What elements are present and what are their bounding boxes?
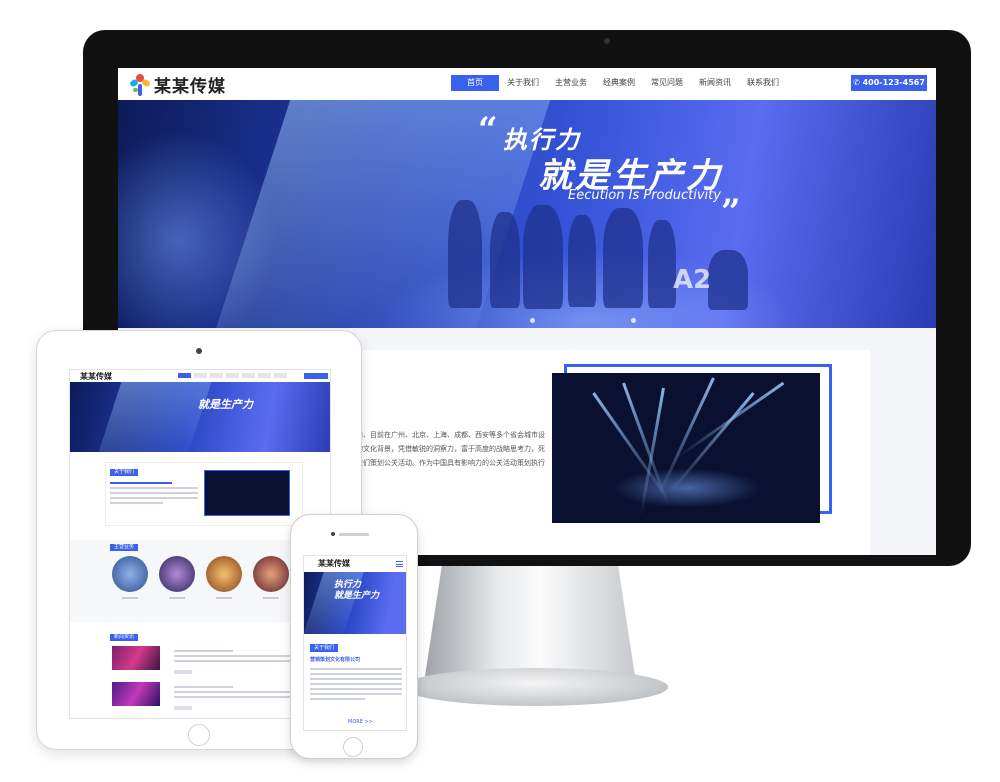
phone-slogan-line2: 就是生产力 (334, 591, 380, 601)
carousel-dot[interactable] (530, 318, 535, 323)
nav-item-faq[interactable]: 常见问题 (643, 75, 691, 91)
site-header: 某某传媒 首页 关于我们 主营业务 经典案例 常见问题 新闻资讯 联系我们 ✆ … (118, 68, 936, 100)
nav-item-news[interactable]: 新闻资讯 (691, 75, 739, 91)
phone-screen: 某某传媒 执行力 就是生产力 关于我们 营销策划文化有限公司 MORE >> (303, 555, 407, 731)
open-quote: “ (478, 110, 498, 150)
phone-header: 某某传媒 (304, 556, 406, 572)
phone-number: 400-123-4567 (862, 78, 925, 87)
tablet-camera-icon (196, 348, 202, 354)
tablet-nav-item[interactable] (226, 373, 239, 378)
monitor-stand-base (402, 668, 668, 706)
nav-item-home[interactable]: 首页 (451, 75, 499, 91)
tablet-hero-banner: 就是生产力 (70, 382, 330, 452)
tablet-news-image[interactable] (112, 682, 160, 706)
hamburger-menu-icon[interactable] (396, 561, 403, 567)
phone-hero-banner: 执行力 就是生产力 (304, 572, 406, 634)
phone-home-button[interactable] (343, 737, 363, 757)
stage-signage: A2 (673, 265, 712, 295)
device-mockup-stage: 某某传媒 首页 关于我们 主营业务 经典案例 常见问题 新闻资讯 联系我们 ✆ … (0, 0, 1000, 782)
tablet-nav-item[interactable] (274, 373, 287, 378)
service-circle-image[interactable] (253, 556, 289, 592)
tablet-logo-text: 某某传媒 (80, 371, 112, 381)
tablet-about-title: 关于我们 (110, 469, 139, 476)
tablet-header: 某某传媒 (70, 370, 330, 382)
tablet-nav-item[interactable] (242, 373, 255, 378)
phone-company-name: 营销策划文化有限公司 (310, 657, 361, 663)
about-body-text: 州、目前在广州、北京、上海、成都、西安等多个省会城市设 的文化背景，凭借敏锐的洞… (356, 428, 576, 470)
hero-banner: “ 执行力 就是生产力 Eecution Is Productivity ” A… (118, 100, 936, 328)
monitor-stand-neck (425, 566, 635, 676)
phone-about-text (310, 668, 402, 700)
tablet-news-button[interactable] (174, 670, 192, 674)
webcam-icon (604, 38, 610, 44)
nav-item-services[interactable]: 主营业务 (547, 75, 595, 91)
main-nav: 首页 关于我们 主营业务 经典案例 常见问题 新闻资讯 联系我们 (451, 75, 787, 91)
tablet-news-button[interactable] (174, 706, 192, 710)
tablet-nav-item[interactable] (258, 373, 271, 378)
about-stage-image (552, 373, 820, 523)
service-circle-image[interactable] (206, 556, 242, 592)
tablet-nav (178, 373, 287, 378)
phone-about-title: 关于我们 (310, 644, 339, 652)
about-line: 旅们策划公关活动。作为中国具有影响力的公关活动策划执行 (356, 459, 545, 467)
tablet-services-title: 主营业务 (110, 544, 139, 551)
nav-item-about[interactable]: 关于我们 (499, 75, 547, 91)
phone-slogan-line1: 执行力 (334, 580, 362, 590)
phone-camera-icon (331, 532, 335, 536)
tablet-home-button[interactable] (188, 724, 210, 746)
carousel-dot[interactable] (631, 318, 636, 323)
logo-mark-icon (129, 73, 151, 96)
phone-logo-text: 某某传媒 (318, 558, 350, 568)
phone-more-link[interactable]: MORE >> (348, 719, 373, 725)
tablet-nav-item[interactable] (178, 373, 191, 378)
nav-item-contact[interactable]: 联系我们 (739, 75, 787, 91)
tablet-about-image (204, 470, 290, 516)
close-quote: ” (721, 192, 741, 232)
carousel-dots (530, 318, 636, 323)
tablet-news-title: 新闻资讯 (110, 634, 139, 641)
tablet-nav-item[interactable] (210, 373, 223, 378)
logo-text: 某某传媒 (154, 77, 226, 97)
tablet-news-text (174, 686, 292, 698)
site-logo[interactable]: 某某传媒 (129, 72, 226, 97)
phone-icon: ✆ (853, 78, 863, 87)
tablet-about-text (110, 482, 198, 504)
phone-banner-slogan: 执行力 就是生产力 (334, 580, 379, 602)
service-circle-image[interactable] (112, 556, 148, 592)
tablet-news-image[interactable] (112, 646, 160, 670)
about-line: 州、目前在广州、北京、上海、成都、西安等多个省会城市设 (356, 431, 545, 439)
phone-hotline[interactable]: ✆ 400-123-4567 (851, 75, 927, 91)
service-circle-image[interactable] (159, 556, 195, 592)
tablet-banner-slogan: 就是生产力 (198, 398, 253, 411)
phone-speaker (339, 533, 369, 536)
about-line: 的文化背景，凭借敏锐的洞察力，富于高度的战略思考力，死 (356, 445, 545, 453)
tablet-news-text (174, 650, 292, 662)
banner-slogan-english: Eecution Is Productivity (568, 188, 721, 203)
tablet-phone-button[interactable] (304, 373, 328, 379)
phone-device: 某某传媒 执行力 就是生产力 关于我们 营销策划文化有限公司 MORE >> (290, 514, 418, 759)
nav-item-cases[interactable]: 经典案例 (595, 75, 643, 91)
tablet-nav-item[interactable] (194, 373, 207, 378)
